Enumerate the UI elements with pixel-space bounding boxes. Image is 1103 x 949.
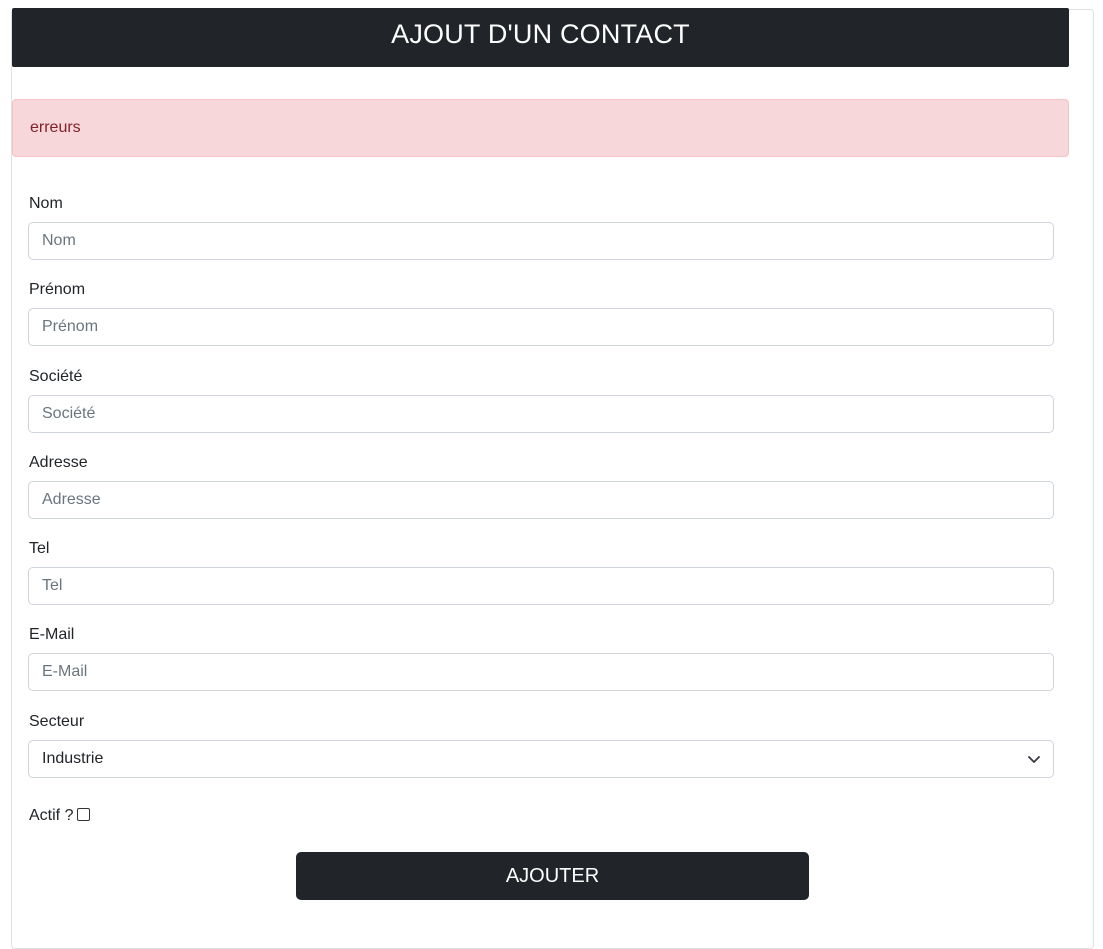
adresse-label: Adresse: [29, 453, 88, 471]
actif-checkbox[interactable]: [77, 807, 91, 821]
field-prenom: Prénom: [28, 276, 1054, 362]
field-nom: Nom: [28, 190, 1054, 276]
header-bar: AJOUT D'UN CONTACT: [12, 8, 1069, 67]
prenom-label: Prénom: [29, 281, 86, 299]
actif-row: Actif ?: [29, 807, 91, 825]
field-societe: Société: [28, 363, 1054, 449]
contact-form: Nom Prénom Société Adresse Tel E-Mail Se…: [28, 190, 1054, 824]
adresse-input[interactable]: [28, 480, 1054, 519]
actif-label: Actif ?: [29, 807, 74, 824]
prenom-input[interactable]: [28, 308, 1054, 347]
tel-input[interactable]: [28, 567, 1054, 606]
field-tel: Tel: [28, 535, 1054, 621]
tel-label: Tel: [29, 540, 50, 558]
email-label: E-Mail: [29, 626, 75, 644]
societe-input[interactable]: [28, 394, 1054, 433]
error-alert: erreurs: [12, 99, 1069, 157]
field-secteur: Secteur Industrie: [28, 708, 1054, 794]
page-title: AJOUT D'UN CONTACT: [391, 19, 690, 49]
nom-input[interactable]: [28, 222, 1054, 260]
add-button[interactable]: AJOUTER: [296, 852, 809, 900]
secteur-select[interactable]: Industrie: [28, 739, 1054, 778]
email-input[interactable]: [28, 653, 1054, 692]
secteur-label: Secteur: [29, 712, 85, 730]
chevron-down-icon: [1028, 755, 1040, 763]
societe-label: Société: [29, 367, 83, 385]
nom-label: Nom: [29, 195, 63, 212]
field-adresse: Adresse: [28, 449, 1054, 535]
secteur-selected-value: Industrie: [42, 749, 104, 767]
field-email: E-Mail: [28, 621, 1054, 707]
